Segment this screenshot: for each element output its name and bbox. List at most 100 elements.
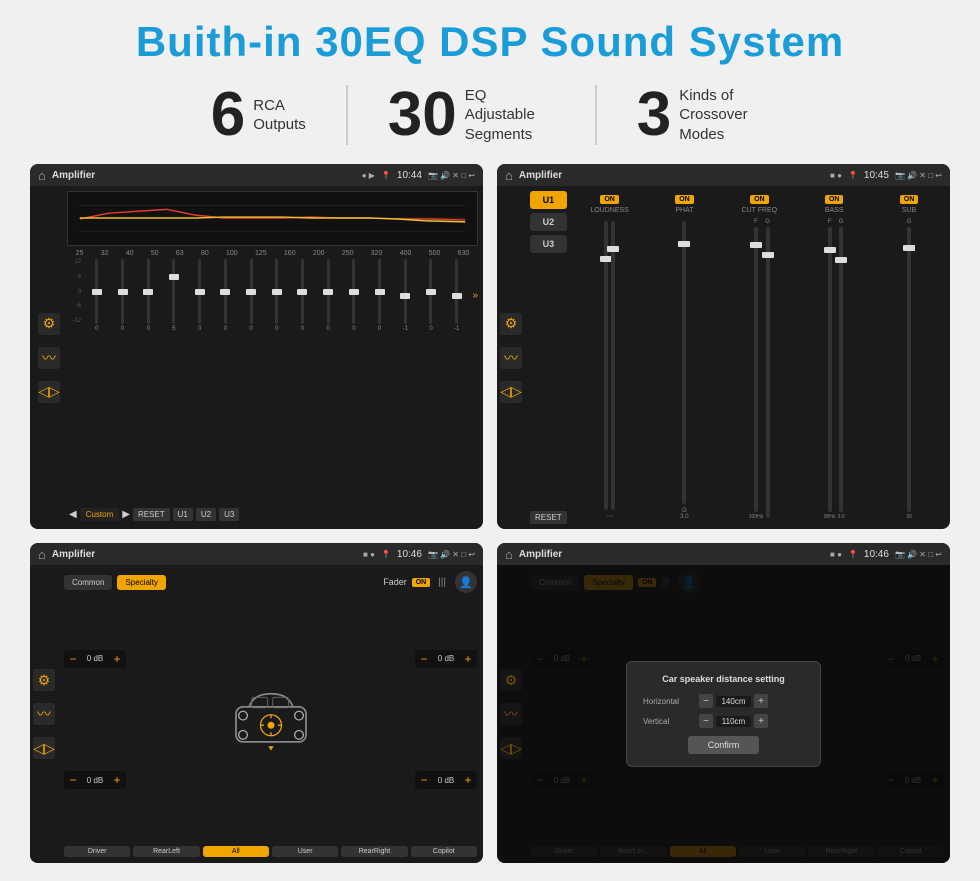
- db-plus-fr[interactable]: +: [463, 652, 473, 666]
- u2-select-btn[interactable]: U2: [530, 213, 567, 231]
- screen4-home-icon[interactable]: ⌂: [505, 547, 513, 562]
- slider-track-5[interactable]: [198, 259, 201, 324]
- cutfreq-thumb-g[interactable]: [762, 252, 774, 258]
- amp-filter-icon[interactable]: ⚙: [500, 313, 522, 335]
- eq-filter-icon[interactable]: ⚙: [38, 313, 60, 335]
- eq-u3-btn[interactable]: U3: [219, 508, 239, 521]
- screen1-home-icon[interactable]: ⌂: [38, 168, 46, 183]
- slider-thumb-11[interactable]: [349, 289, 359, 295]
- fader-filter-icon[interactable]: ⚙: [33, 669, 55, 691]
- slider-thumb-5[interactable]: [195, 289, 205, 295]
- screen1-eq-screen: ⚙ 〰 ◁▷: [30, 186, 483, 529]
- phat-val: 3.0: [680, 514, 688, 520]
- dialog-horizontal-minus[interactable]: −: [699, 694, 713, 708]
- slider-thumb-13[interactable]: [400, 293, 410, 299]
- slider-track-4[interactable]: [172, 259, 175, 324]
- bass-thumb-g[interactable]: [835, 257, 847, 263]
- dialog-vertical-plus[interactable]: +: [754, 714, 768, 728]
- user-btn[interactable]: User: [272, 846, 338, 857]
- screen3-home-icon[interactable]: ⌂: [38, 547, 46, 562]
- bass-thumb-f[interactable]: [824, 247, 836, 253]
- driver-btn[interactable]: Driver: [64, 846, 130, 857]
- slider-thumb-9[interactable]: [297, 289, 307, 295]
- bass-slider-f[interactable]: [828, 227, 832, 512]
- copilot-btn[interactable]: Copilot: [411, 846, 477, 857]
- eq-u1-btn[interactable]: U1: [173, 508, 193, 521]
- db-plus-fl[interactable]: +: [112, 652, 122, 666]
- rearright-btn[interactable]: RearRight: [341, 846, 407, 857]
- cutfreq-thumb-f[interactable]: [750, 242, 762, 248]
- confirm-button[interactable]: Confirm: [688, 736, 760, 754]
- phat-thumb[interactable]: [678, 241, 690, 247]
- eq-wave-icon[interactable]: 〰: [38, 347, 60, 369]
- slider-thumb-6[interactable]: [220, 289, 230, 295]
- slider-thumb-8[interactable]: [272, 289, 282, 295]
- slider-track-11[interactable]: [352, 259, 355, 324]
- db-minus-rl[interactable]: −: [68, 773, 78, 787]
- slider-thumb-1[interactable]: [92, 289, 102, 295]
- fader-sidebar: ⚙ 〰 ◁▷: [30, 565, 58, 863]
- eq-u2-btn[interactable]: U2: [196, 508, 216, 521]
- slider-track-3[interactable]: [147, 259, 150, 324]
- cutfreq-slider-g[interactable]: [766, 227, 770, 518]
- slider-track-6[interactable]: [224, 259, 227, 324]
- screen2-amp-screen: ⚙ 〰 ◁▷ U1 U2 U3 RESET ON: [497, 186, 950, 529]
- eq-reset-btn[interactable]: RESET: [133, 508, 170, 521]
- slider-thumb-2[interactable]: [118, 289, 128, 295]
- eq-next-btn[interactable]: ▶: [122, 509, 130, 520]
- loudness-slider-1[interactable]: [604, 221, 608, 510]
- phat-slider[interactable]: [682, 221, 686, 504]
- slider-track-14[interactable]: [429, 259, 432, 324]
- sub-thumb-g[interactable]: [903, 245, 915, 251]
- slider-track-9[interactable]: [301, 259, 304, 324]
- tab-specialty[interactable]: Specialty: [117, 575, 165, 590]
- tab-common[interactable]: Common: [64, 575, 112, 590]
- slider-thumb-15[interactable]: [452, 293, 462, 299]
- screen2-home-icon[interactable]: ⌂: [505, 168, 513, 183]
- dialog-vertical-minus[interactable]: −: [699, 714, 713, 728]
- rearleft-btn[interactable]: RearLeft: [133, 846, 199, 857]
- dialog-horizontal-plus[interactable]: +: [754, 694, 768, 708]
- screen2-status-bar: ⌂ Amplifier ■ ● 📍 10:45 📷 🔊 ✕ □ ↩: [497, 164, 950, 186]
- u3-select-btn[interactable]: U3: [530, 235, 567, 253]
- amp-reset-btn[interactable]: RESET: [530, 511, 567, 524]
- slider-track-2[interactable]: [121, 259, 124, 324]
- slider-track-8[interactable]: [275, 259, 278, 324]
- slider-track-15[interactable]: [455, 259, 458, 324]
- slider-thumb-10[interactable]: [323, 289, 333, 295]
- slider-track-13[interactable]: [404, 259, 407, 324]
- eq-volume-icon[interactable]: ◁▷: [38, 381, 60, 403]
- slider-col-8: 0: [265, 259, 289, 332]
- eq-expand-icon[interactable]: »: [472, 290, 478, 301]
- slider-thumb-7[interactable]: [246, 289, 256, 295]
- db-minus-fr[interactable]: −: [419, 652, 429, 666]
- loudness-thumb-2[interactable]: [607, 246, 619, 252]
- u1-select-btn[interactable]: U1: [530, 191, 567, 209]
- db-plus-rr[interactable]: +: [463, 773, 473, 787]
- sub-slider-g[interactable]: [907, 227, 911, 512]
- db-minus-rr[interactable]: −: [419, 773, 429, 787]
- fader-user-icon[interactable]: 👤: [455, 571, 477, 593]
- db-plus-rl[interactable]: +: [112, 773, 122, 787]
- bass-slider-g[interactable]: [839, 227, 843, 512]
- screen2-time: 10:45: [864, 170, 889, 181]
- slider-thumb-3[interactable]: [143, 289, 153, 295]
- all-btn[interactable]: All: [203, 846, 269, 857]
- slider-thumb-12[interactable]: [375, 289, 385, 295]
- amp-volume-icon[interactable]: ◁▷: [500, 381, 522, 403]
- loudness-slider-2[interactable]: [611, 221, 615, 510]
- db-control-fr: − 0 dB +: [415, 650, 477, 668]
- slider-track-12[interactable]: [378, 259, 381, 324]
- fader-wave-icon[interactable]: 〰: [33, 703, 55, 725]
- slider-track-10[interactable]: [327, 259, 330, 324]
- slider-track-7[interactable]: [250, 259, 253, 324]
- slider-val-3: 0: [147, 326, 150, 332]
- cutfreq-slider-f[interactable]: [754, 227, 758, 512]
- fader-volume-icon[interactable]: ◁▷: [33, 737, 55, 759]
- slider-thumb-4[interactable]: [169, 274, 179, 280]
- slider-track-1[interactable]: [95, 259, 98, 324]
- amp-wave-icon[interactable]: 〰: [500, 347, 522, 369]
- eq-prev-btn[interactable]: ◀: [69, 509, 77, 520]
- db-minus-fl[interactable]: −: [68, 652, 78, 666]
- slider-thumb-14[interactable]: [426, 289, 436, 295]
